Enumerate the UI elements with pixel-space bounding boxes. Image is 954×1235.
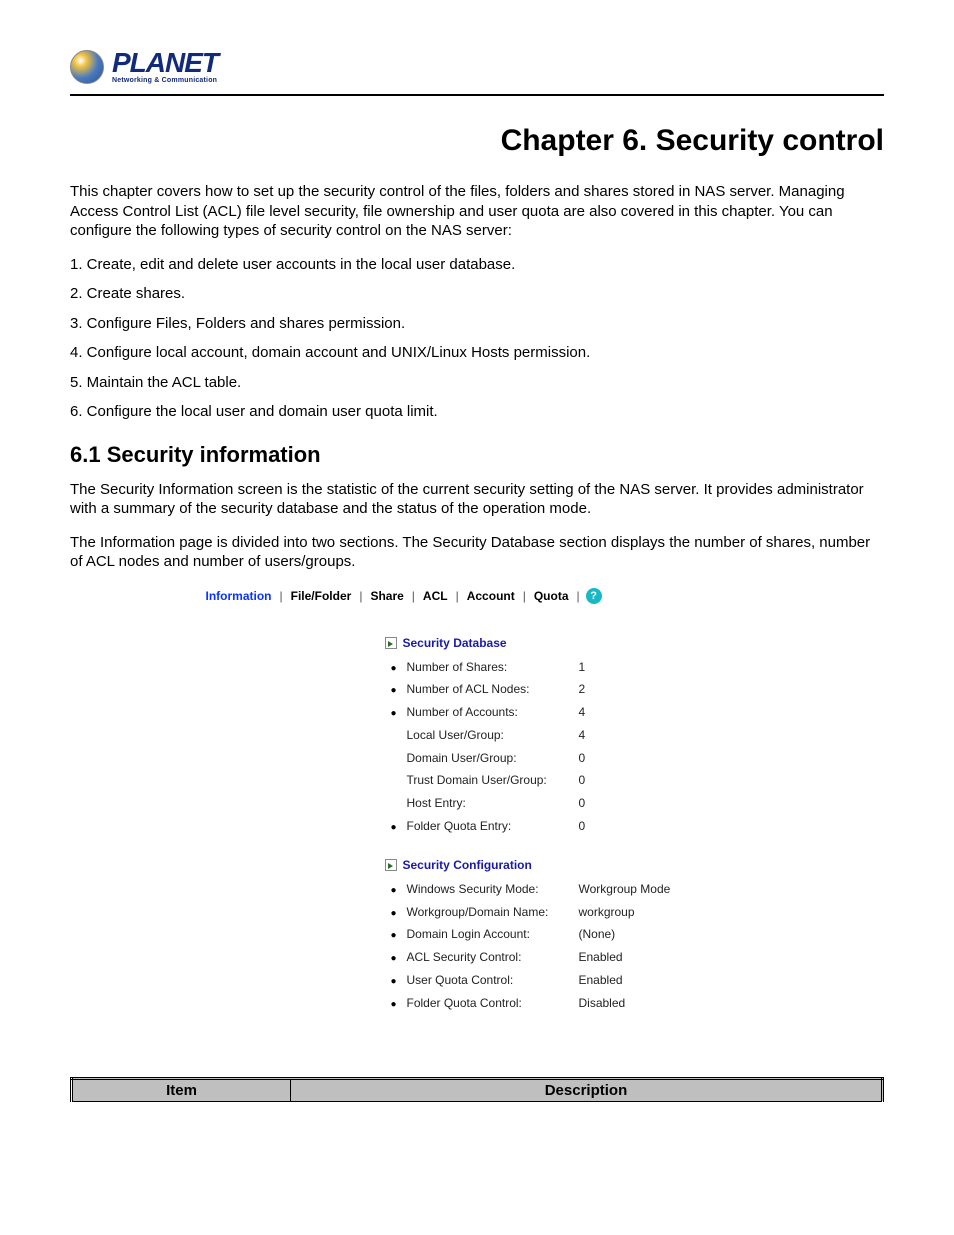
info-row: ● Domain Login Account: (None)	[389, 923, 755, 946]
info-row: ●Domain User/Group:0	[389, 747, 755, 770]
info-label: Number of ACL Nodes:	[407, 678, 571, 701]
tab-share[interactable]: Share	[364, 589, 409, 603]
info-row: ●Trust Domain User/Group:0	[389, 769, 755, 792]
globe-icon	[70, 50, 104, 84]
info-row: ●Host Entry:0	[389, 792, 755, 815]
tab-separator: |	[278, 589, 285, 603]
numbered-item: 3. Configure Files, Folders and shares p…	[70, 314, 884, 334]
info-value: 0	[579, 792, 586, 815]
tab-separator: |	[357, 589, 364, 603]
info-row: ● Number of Accounts: 4	[389, 701, 755, 724]
header-divider	[70, 94, 884, 96]
table-header-item: Item	[72, 1078, 291, 1101]
info-row: ● Windows Security Mode: Workgroup Mode	[389, 878, 755, 901]
info-label: Number of Accounts:	[407, 701, 571, 724]
info-value: 4	[579, 724, 586, 747]
bullet-icon: ●	[389, 949, 399, 968]
info-value: 2	[579, 678, 586, 701]
info-value: 0	[579, 747, 586, 770]
info-row: ● User Quota Control: Enabled	[389, 969, 755, 992]
info-label: Workgroup/Domain Name:	[407, 901, 571, 924]
tab-separator: |	[454, 589, 461, 603]
group-title: Security Database	[403, 636, 507, 650]
tab-separator: |	[410, 589, 417, 603]
brand-name: PLANET	[112, 50, 218, 75]
brand-logo: PLANET Networking & Communication	[70, 50, 884, 84]
info-label: Local User/Group:	[407, 724, 571, 747]
info-label: Folder Quota Entry:	[407, 815, 571, 838]
group-header: Security Database	[385, 636, 755, 650]
info-label: Domain User/Group:	[407, 747, 571, 770]
info-row: ● Folder Quota Control: Disabled	[389, 992, 755, 1015]
info-row: ● ACL Security Control: Enabled	[389, 946, 755, 969]
tab-file-folder[interactable]: File/Folder	[285, 589, 358, 603]
info-value: 1	[579, 656, 586, 679]
info-label: User Quota Control:	[407, 969, 571, 992]
info-row: ●Local User/Group:4	[389, 724, 755, 747]
section-heading: 6.1 Security information	[70, 442, 884, 468]
tab-account[interactable]: Account	[461, 589, 521, 603]
bullet-icon: ●	[389, 972, 399, 991]
info-label: Windows Security Mode:	[407, 878, 571, 901]
info-value: Workgroup Mode	[579, 878, 671, 901]
info-value: workgroup	[579, 901, 635, 924]
chapter-title: Chapter 6. Security control	[70, 124, 884, 158]
info-value: 0	[579, 815, 586, 838]
info-label: Host Entry:	[407, 792, 571, 815]
bullet-icon: ●	[389, 904, 399, 923]
tab-separator: |	[521, 589, 528, 603]
intro-paragraph: This chapter covers how to set up the se…	[70, 182, 884, 241]
bullet-icon: ●	[389, 881, 399, 900]
tab-information[interactable]: Information	[200, 589, 278, 603]
info-value: (None)	[579, 923, 616, 946]
numbered-item: 1. Create, edit and delete user accounts…	[70, 255, 884, 275]
bullet-icon: ●	[389, 926, 399, 945]
info-value: 4	[579, 701, 586, 724]
bullet-icon: ●	[389, 681, 399, 700]
info-label: Trust Domain User/Group:	[407, 769, 571, 792]
info-label: Number of Shares:	[407, 656, 571, 679]
bullet-icon: ●	[389, 704, 399, 723]
bullet-icon: ●	[389, 818, 399, 837]
info-label: Domain Login Account:	[407, 923, 571, 946]
numbered-item: 5. Maintain the ACL table.	[70, 373, 884, 393]
info-row: ● Number of ACL Nodes: 2	[389, 678, 755, 701]
expand-icon[interactable]	[385, 859, 397, 871]
expand-icon[interactable]	[385, 637, 397, 649]
security-info-screenshot: Information|File/Folder|Share|ACL|Accoun…	[200, 586, 755, 1045]
info-value: Enabled	[579, 946, 623, 969]
info-value: Disabled	[579, 992, 626, 1015]
tab-bar: Information|File/Folder|Share|ACL|Accoun…	[200, 586, 755, 606]
numbered-item: 4. Configure local account, domain accou…	[70, 343, 884, 363]
tab-quota[interactable]: Quota	[528, 589, 575, 603]
info-value: Enabled	[579, 969, 623, 992]
bullet-icon: ●	[389, 659, 399, 678]
table-header-description: Description	[290, 1078, 882, 1101]
info-row: ● Folder Quota Entry: 0	[389, 815, 755, 838]
info-label: Folder Quota Control:	[407, 992, 571, 1015]
numbered-item: 6. Configure the local user and domain u…	[70, 402, 884, 422]
info-row: ● Workgroup/Domain Name: workgroup	[389, 901, 755, 924]
help-icon[interactable]: ?	[586, 588, 602, 604]
group-title: Security Configuration	[403, 858, 532, 872]
section-paragraph-2: The Information page is divided into two…	[70, 533, 884, 572]
group-header: Security Configuration	[385, 858, 755, 872]
tab-separator: |	[575, 589, 582, 603]
description-table: Item Description	[70, 1077, 884, 1102]
info-row: ● Number of Shares: 1	[389, 656, 755, 679]
info-value: 0	[579, 769, 586, 792]
numbered-item: 2. Create shares.	[70, 284, 884, 304]
brand-tagline: Networking & Communication	[112, 77, 218, 84]
info-label: ACL Security Control:	[407, 946, 571, 969]
section-paragraph-1: The Security Information screen is the s…	[70, 480, 884, 519]
tab-acl[interactable]: ACL	[417, 589, 454, 603]
bullet-icon: ●	[389, 995, 399, 1014]
